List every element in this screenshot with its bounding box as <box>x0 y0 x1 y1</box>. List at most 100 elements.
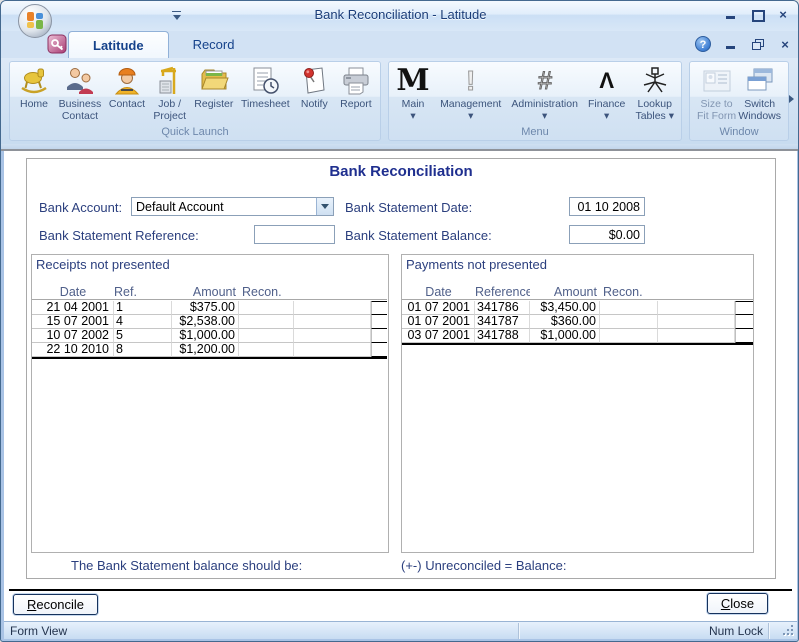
table-cell[interactable]: $2,538.00 <box>172 315 239 329</box>
table-cell[interactable] <box>600 301 658 315</box>
lookup-tables-button[interactable]: LookupTables ▾ <box>634 64 675 122</box>
business-contact-button[interactable]: BusinessContact <box>58 64 103 122</box>
report-button[interactable]: Report <box>338 64 374 110</box>
mdi-restore-button[interactable] <box>751 38 765 51</box>
table-cell[interactable]: $375.00 <box>172 301 239 315</box>
receipts-panel-title: Receipts not presented <box>36 257 170 272</box>
table-cell[interactable] <box>658 329 735 343</box>
table-cell[interactable] <box>294 315 371 329</box>
table-row[interactable]: 01 07 2001341787$360.00 <box>402 315 753 329</box>
recon-checkbox-cell[interactable] <box>371 329 387 343</box>
table-cell[interactable]: $360.00 <box>530 315 600 329</box>
ribbon-group-label: Quick Launch <box>10 126 380 140</box>
switch-windows-button[interactable]: SwitchWindows <box>737 64 782 122</box>
finance-button[interactable]: ΛFinance▾ <box>587 64 626 122</box>
statement-reference-label: Bank Statement Reference: <box>39 228 199 243</box>
table-cell[interactable]: 01 07 2001 <box>402 301 475 315</box>
payments-grid: 01 07 2001341786$3,450.0001 07 200134178… <box>402 301 753 345</box>
table-cell[interactable]: 15 07 2001 <box>32 315 114 329</box>
table-cell[interactable] <box>294 329 371 343</box>
tab-record[interactable]: Record <box>169 31 259 58</box>
table-cell[interactable] <box>600 315 658 329</box>
main-menu-icon: M <box>396 64 430 98</box>
table-cell[interactable]: 1 <box>114 301 172 315</box>
table-cell[interactable] <box>239 315 294 329</box>
management-button[interactable]: !Management▾ <box>439 64 502 122</box>
table-cell[interactable] <box>239 301 294 315</box>
resize-grip[interactable] <box>782 624 794 636</box>
table-cell[interactable]: $1,000.00 <box>172 329 239 343</box>
recon-checkbox-cell[interactable] <box>735 329 753 343</box>
table-cell[interactable] <box>294 301 371 315</box>
table-cell[interactable] <box>294 343 371 357</box>
table-row[interactable]: 03 07 2001341788$1,000.00 <box>402 329 753 343</box>
mdi-minimize-button[interactable] <box>724 38 738 51</box>
table-cell[interactable] <box>658 315 735 329</box>
table-row[interactable]: 22 10 20108$1,200.00 <box>32 343 387 357</box>
register-button[interactable]: Register <box>193 64 234 110</box>
home-icon <box>17 64 51 98</box>
table-cell[interactable]: 341788 <box>475 329 530 343</box>
ribbon-item-label: Project <box>153 110 186 122</box>
status-divider <box>518 623 519 639</box>
table-cell[interactable]: $1,000.00 <box>530 329 600 343</box>
ribbon-item-label: Finance <box>588 98 625 110</box>
statement-balance-hint: The Bank Statement balance should be: <box>71 558 302 573</box>
payments-panel: Payments not presented DateReferenceAmou… <box>401 254 754 553</box>
recon-checkbox-cell[interactable] <box>371 301 387 315</box>
table-cell[interactable]: 4 <box>114 315 172 329</box>
size-to-fit-form-icon <box>700 64 734 98</box>
ribbon-expand-icon[interactable] <box>787 88 797 110</box>
statement-balance-field[interactable] <box>569 225 645 244</box>
statement-balance-label: Bank Statement Balance: <box>345 228 492 243</box>
job-project-button[interactable]: Job /Project <box>152 64 188 122</box>
table-cell[interactable]: 22 10 2010 <box>32 343 114 357</box>
table-cell[interactable] <box>658 301 735 315</box>
table-cell[interactable]: $3,450.00 <box>530 301 600 315</box>
administration-button[interactable]: #Administration▾ <box>510 64 579 122</box>
home-button[interactable]: Home <box>16 64 52 110</box>
recon-checkbox-cell[interactable] <box>735 315 753 329</box>
ribbon-separator <box>1 144 799 151</box>
statement-date-field[interactable] <box>569 197 645 216</box>
minimize-button[interactable] <box>724 8 738 21</box>
payments-header: DateReferenceAmountRecon. <box>402 285 753 300</box>
table-row[interactable]: 15 07 20014$2,538.00 <box>32 315 387 329</box>
table-cell[interactable]: $1,200.00 <box>172 343 239 357</box>
table-cell[interactable]: 8 <box>114 343 172 357</box>
ribbon-group-quick-launch: HomeBusinessContactContactJob /ProjectRe… <box>9 61 381 141</box>
ribbon-item-label: Home <box>20 98 48 110</box>
mdi-close-button[interactable]: × <box>778 38 792 51</box>
main-menu-button[interactable]: MMain▾ <box>395 64 431 122</box>
tab-latitude[interactable]: Latitude <box>68 31 169 58</box>
notify-button[interactable]: Notify <box>296 64 332 110</box>
close-button[interactable]: × <box>776 8 790 21</box>
office-button-icon[interactable] <box>17 3 53 39</box>
reconcile-button[interactable]: Reconcile <box>13 594 98 615</box>
table-cell[interactable] <box>239 343 294 357</box>
recon-checkbox-cell[interactable] <box>371 315 387 329</box>
table-row[interactable]: 10 07 20025$1,000.00 <box>32 329 387 343</box>
chevron-down-icon[interactable] <box>316 198 333 215</box>
table-cell[interactable]: 341786 <box>475 301 530 315</box>
recon-checkbox-cell[interactable] <box>371 343 387 357</box>
button-divider <box>9 589 792 591</box>
table-cell[interactable] <box>239 329 294 343</box>
table-cell[interactable]: 03 07 2001 <box>402 329 475 343</box>
table-cell[interactable]: 01 07 2001 <box>402 315 475 329</box>
table-cell[interactable]: 341787 <box>475 315 530 329</box>
bank-account-select[interactable]: Default Account <box>131 197 334 216</box>
statement-reference-field[interactable] <box>254 225 335 244</box>
close-form-button[interactable]: Close <box>707 593 768 614</box>
table-row[interactable]: 01 07 2001341786$3,450.00 <box>402 301 753 315</box>
table-cell[interactable] <box>600 329 658 343</box>
help-icon[interactable]: ? <box>695 36 711 52</box>
table-cell[interactable]: 10 07 2002 <box>32 329 114 343</box>
table-cell[interactable]: 5 <box>114 329 172 343</box>
maximize-button[interactable] <box>750 8 764 21</box>
table-row[interactable]: 21 04 20011$375.00 <box>32 301 387 315</box>
timesheet-button[interactable]: Timesheet <box>240 64 291 110</box>
table-cell[interactable]: 21 04 2001 <box>32 301 114 315</box>
recon-checkbox-cell[interactable] <box>735 301 753 315</box>
contact-button[interactable]: Contact <box>108 64 146 110</box>
